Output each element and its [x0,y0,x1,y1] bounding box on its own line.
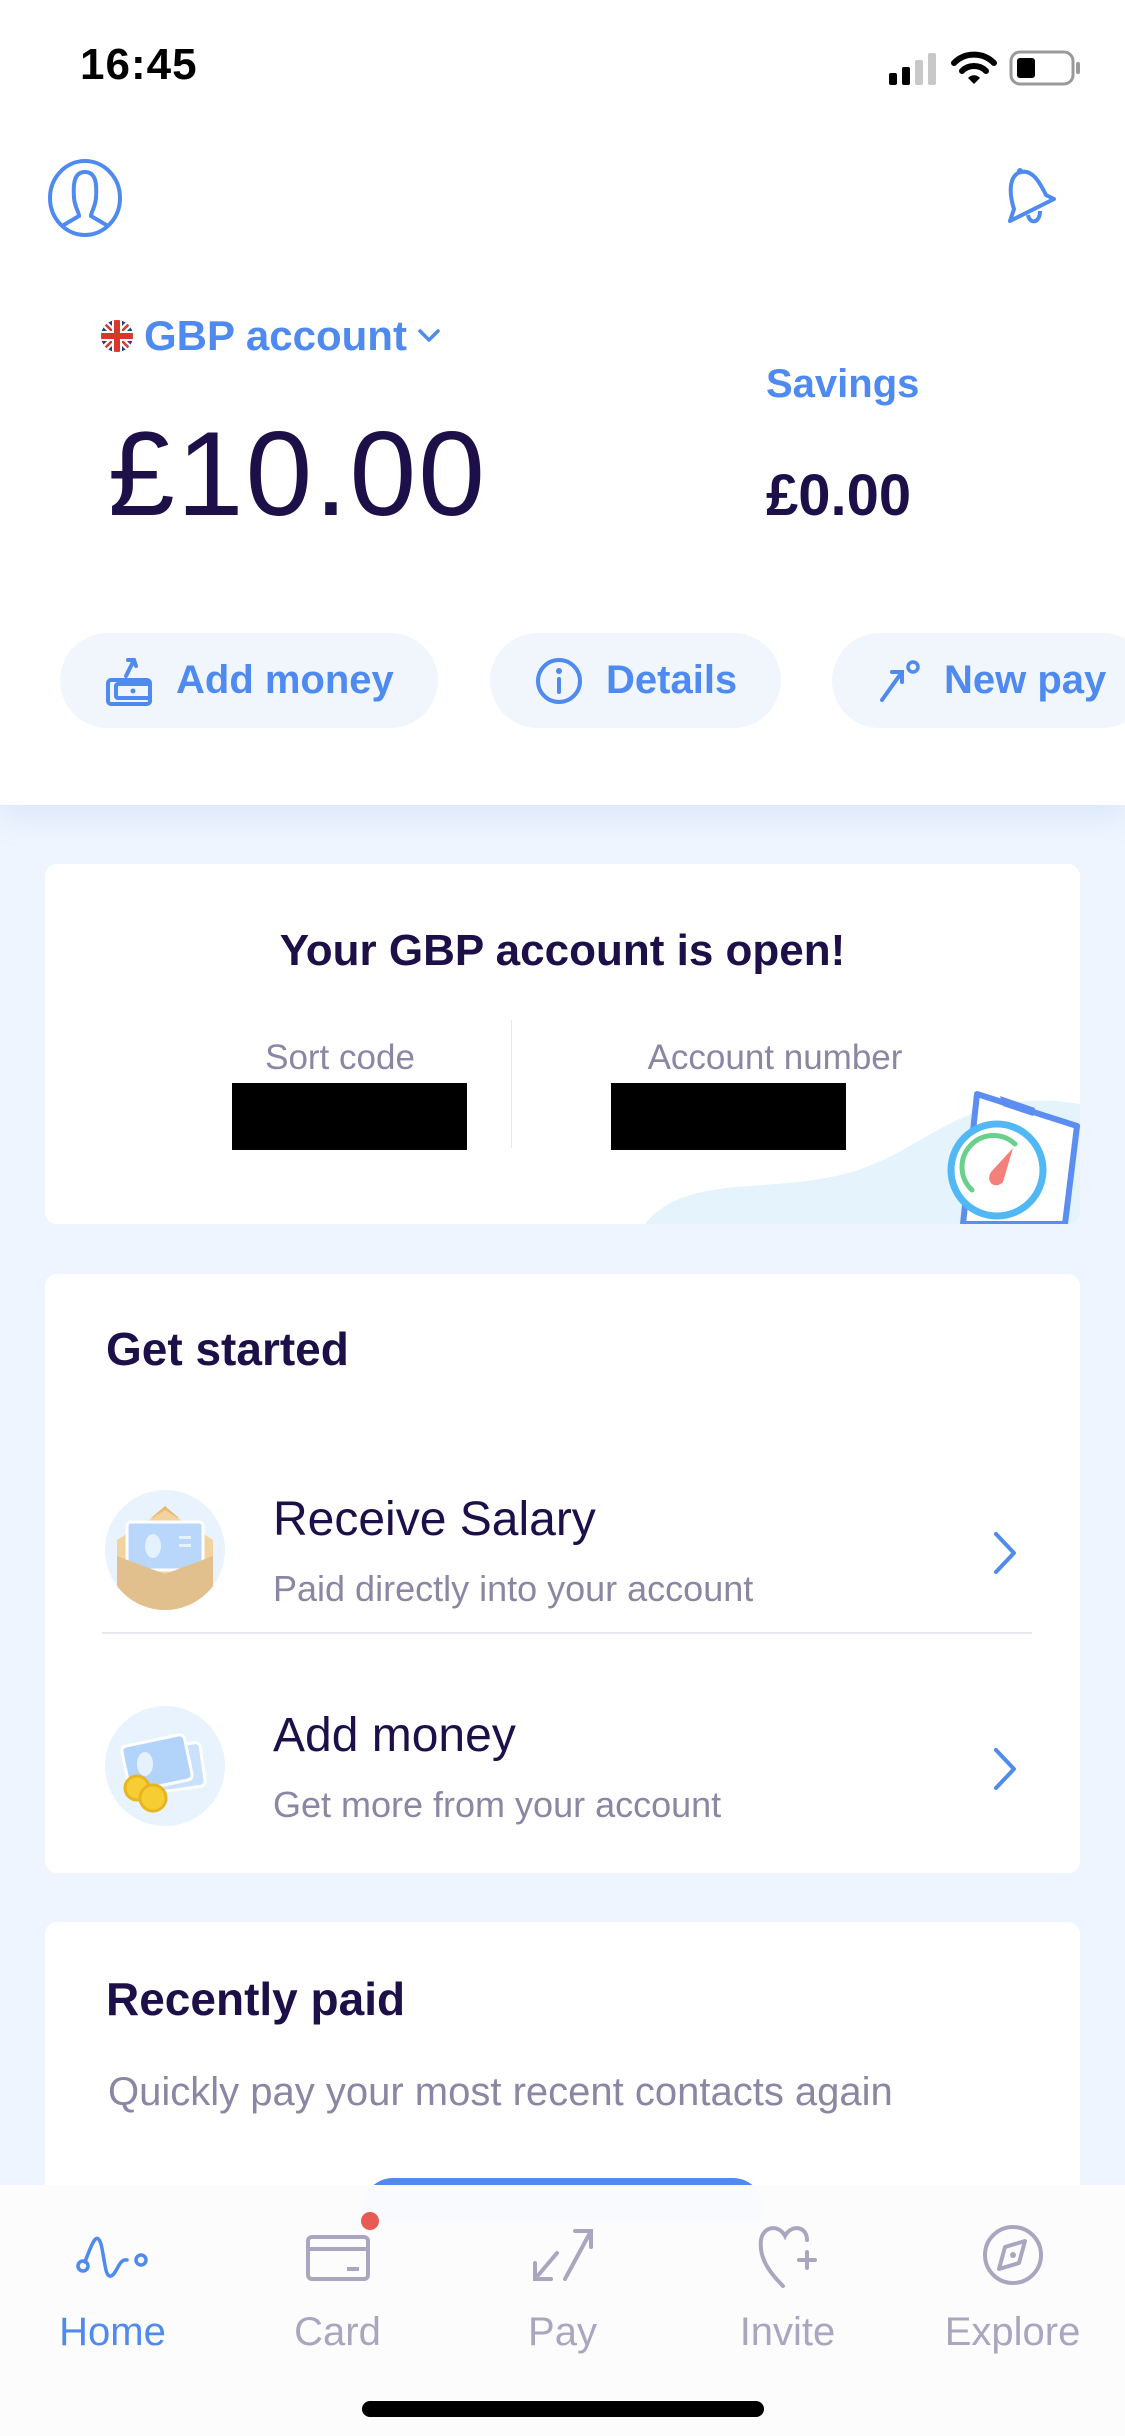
recently-paid-card: Recently paid Quickly pay your most rece… [45,1922,1080,2222]
heart-plus-icon [758,2226,817,2288]
cellular-signal-icon [889,53,936,85]
card-icon [305,2235,370,2281]
tab-invite[interactable]: Invite [675,2185,900,2365]
details-button[interactable]: Details [490,633,782,728]
status-time: 16:45 [80,40,198,89]
phone-speedometer-illustration [645,1091,1080,1224]
add-money-label: Add money [176,658,394,702]
account-label: GBP account [144,312,407,359]
details-label: Details [606,658,738,702]
notifications-button[interactable] [1000,165,1066,236]
receive-salary-title: Receive Salary [273,1493,596,1546]
account-open-title: Your GBP account is open! [279,926,846,975]
header: 16:45 GBP account £10.00 Savings £0.00 A… [0,0,1125,805]
info-icon [536,657,582,704]
tab-pay-label: Pay [528,2310,597,2354]
recently-paid-title: Recently paid [106,1973,406,2025]
tab-pay[interactable]: Pay [450,2185,675,2365]
list-divider [102,1632,1032,1634]
add-money-item-subtitle: Get more from your account [273,1784,722,1825]
new-payment-icon [880,659,920,702]
chevron-right-icon [994,1748,1016,1790]
sort-code-label: Sort code [265,1038,415,1077]
profile-button[interactable] [46,158,124,243]
list-item-receive-salary[interactable]: Receive Salary Paid directly into your a… [45,1450,1080,1660]
home-indicator[interactable] [362,2401,764,2417]
battery-icon [1009,50,1080,86]
card-coins-icon [105,1706,225,1826]
get-started-card: Get started Receive Salary Paid directly… [45,1274,1080,1873]
tab-card-label: Card [294,2310,381,2354]
sort-code-value-redacted [232,1083,467,1150]
chevron-down-icon [418,329,440,342]
new-payment-button[interactable]: New pay [832,633,1125,728]
list-item-add-money[interactable]: Add money Get more from your account [45,1666,1080,1873]
tab-invite-label: Invite [739,2310,836,2354]
card-notification-badge [360,2212,379,2230]
tab-home-label: Home [59,2310,166,2354]
savings-label[interactable]: Savings [766,362,919,407]
tab-home[interactable]: Home [0,2185,225,2365]
chevron-right-icon [994,1532,1016,1574]
uk-flag-icon [101,320,133,352]
home-wave-icon [75,2236,148,2278]
account-selector[interactable]: GBP account [100,312,441,360]
wifi-icon [951,51,997,84]
tab-explore[interactable]: Explore [900,2185,1125,2365]
add-money-item-title: Add money [273,1709,516,1762]
tab-card[interactable]: Card [225,2185,450,2365]
compass-icon [982,2225,1043,2285]
envelope-salary-icon [105,1490,225,1610]
tab-bar: Home Card Pay Invite Explore [0,2185,1125,2436]
status-icons [887,50,1081,86]
account-open-card: Your GBP account is open! Sort code Acco… [45,864,1080,1224]
add-money-icon [106,657,152,706]
add-money-button[interactable]: Add money [60,633,438,728]
get-started-title: Get started [106,1323,349,1375]
new-payment-label: New pay [944,658,1107,702]
pay-arrows-icon [532,2229,593,2281]
recently-paid-subtitle: Quickly pay your most recent contacts ag… [108,2070,893,2114]
tab-explore-label: Explore [944,2310,1081,2354]
account-balance: £10.00 [108,407,488,541]
savings-balance: £0.00 [766,463,912,528]
bell-icon [1008,168,1056,224]
profile-icon [48,159,122,237]
receive-salary-subtitle: Paid directly into your account [273,1568,754,1609]
divider [511,1020,512,1148]
